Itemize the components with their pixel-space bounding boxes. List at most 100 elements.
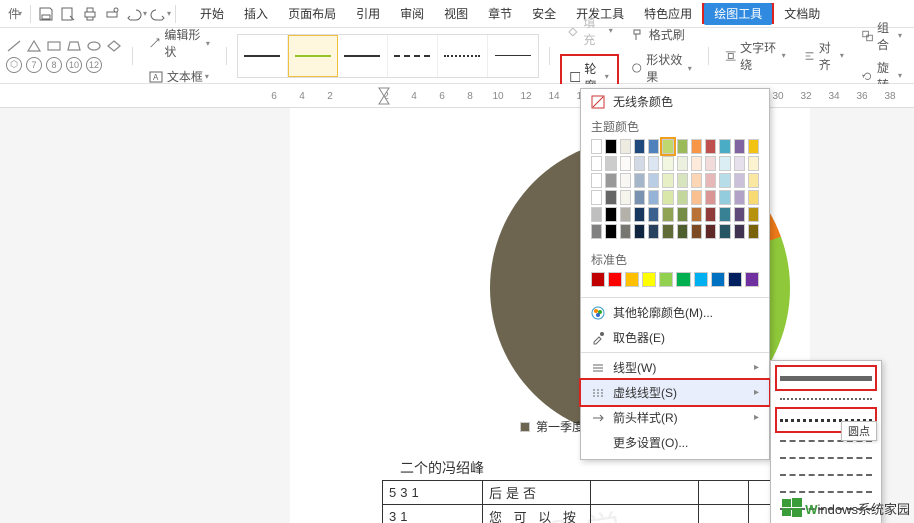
tab-doc-assist[interactable]: 文档助 xyxy=(774,1,830,26)
color-swatch[interactable] xyxy=(620,224,631,239)
tab-start[interactable]: 开始 xyxy=(190,1,234,26)
color-swatch[interactable] xyxy=(748,173,759,188)
ruler-indent-marker[interactable] xyxy=(378,84,390,108)
color-swatch[interactable] xyxy=(620,173,631,188)
color-swatch[interactable] xyxy=(677,190,688,205)
color-swatch[interactable] xyxy=(648,156,659,171)
format-painter-button[interactable]: 格式刷 xyxy=(625,24,698,45)
color-swatch[interactable] xyxy=(705,173,716,188)
color-swatch[interactable] xyxy=(734,207,745,222)
tab-references[interactable]: 引用 xyxy=(346,1,390,26)
color-swatch[interactable] xyxy=(591,207,602,222)
color-swatch[interactable] xyxy=(620,156,631,171)
color-swatch[interactable] xyxy=(591,272,605,287)
color-swatch[interactable] xyxy=(748,224,759,239)
color-swatch[interactable] xyxy=(591,190,602,205)
color-swatch[interactable] xyxy=(734,190,745,205)
tab-view[interactable]: 视图 xyxy=(434,1,478,26)
color-swatch[interactable] xyxy=(662,156,673,171)
color-swatch[interactable] xyxy=(734,224,745,239)
dash-type-item[interactable]: 虚线线型(S)▸ xyxy=(579,378,771,407)
color-swatch[interactable] xyxy=(677,224,688,239)
color-swatch[interactable] xyxy=(605,139,616,154)
color-swatch[interactable] xyxy=(677,207,688,222)
color-swatch[interactable] xyxy=(676,272,690,287)
color-swatch[interactable] xyxy=(691,224,702,239)
color-swatch[interactable] xyxy=(734,139,745,154)
shape-effect-button[interactable]: 形状效果▾ xyxy=(625,49,698,87)
color-swatch[interactable] xyxy=(659,272,673,287)
color-swatch[interactable] xyxy=(648,139,659,154)
color-swatch[interactable] xyxy=(648,190,659,205)
color-swatch[interactable] xyxy=(634,139,645,154)
color-swatch[interactable] xyxy=(648,224,659,239)
save-icon[interactable] xyxy=(35,3,57,25)
color-swatch[interactable] xyxy=(748,207,759,222)
color-swatch[interactable] xyxy=(719,190,730,205)
color-swatch[interactable] xyxy=(691,173,702,188)
color-swatch[interactable] xyxy=(705,190,716,205)
color-swatch[interactable] xyxy=(591,139,602,154)
print-preview-icon[interactable] xyxy=(57,3,79,25)
color-swatch[interactable] xyxy=(691,190,702,205)
tab-page-layout[interactable]: 页面布局 xyxy=(278,1,346,26)
color-swatch[interactable] xyxy=(705,224,716,239)
color-swatch[interactable] xyxy=(691,139,702,154)
tab-insert[interactable]: 插入 xyxy=(234,1,278,26)
color-swatch[interactable] xyxy=(719,224,730,239)
polygon-7-icon[interactable]: 7 xyxy=(26,57,42,73)
dash-solid-thick[interactable] xyxy=(777,371,875,385)
ruler[interactable]: 6422468101214161820222426283032343638 xyxy=(0,84,914,108)
color-swatch[interactable] xyxy=(634,173,645,188)
data-table[interactable]: 531 后是否 31 您 可 以 按 xyxy=(382,480,799,523)
tab-special[interactable]: 特色应用 xyxy=(634,1,702,26)
color-swatch[interactable] xyxy=(634,156,645,171)
tab-review[interactable]: 审阅 xyxy=(390,1,434,26)
color-swatch[interactable] xyxy=(591,224,602,239)
file-menu[interactable]: 件▾ xyxy=(4,3,26,25)
color-swatch[interactable] xyxy=(620,190,631,205)
more-settings-item[interactable]: 更多设置(O)... xyxy=(581,430,769,455)
color-swatch[interactable] xyxy=(648,173,659,188)
polygon-10-icon[interactable]: 10 xyxy=(66,57,82,73)
color-swatch[interactable] xyxy=(719,173,730,188)
color-swatch[interactable] xyxy=(748,156,759,171)
color-swatch[interactable] xyxy=(745,272,759,287)
color-swatch[interactable] xyxy=(719,139,730,154)
color-swatch[interactable] xyxy=(620,139,631,154)
color-swatch[interactable] xyxy=(605,156,616,171)
color-swatch[interactable] xyxy=(662,224,673,239)
color-swatch[interactable] xyxy=(748,139,759,154)
color-swatch[interactable] xyxy=(705,139,716,154)
color-swatch[interactable] xyxy=(642,272,656,287)
shapes-palette[interactable]: ⬡ 7 8 10 12 xyxy=(6,39,122,73)
color-swatch[interactable] xyxy=(694,272,708,287)
color-swatch[interactable] xyxy=(625,272,639,287)
dash-long[interactable] xyxy=(777,468,875,482)
edit-shape-button[interactable]: 编辑形状▾ xyxy=(143,24,216,62)
color-swatch[interactable] xyxy=(719,207,730,222)
color-swatch[interactable] xyxy=(591,173,602,188)
color-swatch[interactable] xyxy=(591,156,602,171)
color-swatch[interactable] xyxy=(711,272,725,287)
tab-chapter[interactable]: 章节 xyxy=(478,1,522,26)
polygon-12-icon[interactable]: 12 xyxy=(86,57,102,73)
color-swatch[interactable] xyxy=(705,207,716,222)
color-swatch[interactable] xyxy=(691,156,702,171)
no-line-item[interactable]: 无线条颜色 xyxy=(581,89,769,114)
color-swatch[interactable] xyxy=(620,207,631,222)
line-weight-item[interactable]: 线型(W)▸ xyxy=(581,355,769,380)
redo-dropdown[interactable]: ▾ xyxy=(167,9,171,18)
dash-dashdot[interactable] xyxy=(777,451,875,465)
color-swatch[interactable] xyxy=(677,139,688,154)
redo-icon[interactable] xyxy=(147,3,169,25)
color-swatch[interactable] xyxy=(634,224,645,239)
more-colors-item[interactable]: 其他轮廓颜色(M)... xyxy=(581,300,769,325)
text-wrap-button[interactable]: 文字环绕▾ xyxy=(719,37,792,75)
color-swatch[interactable] xyxy=(662,207,673,222)
color-swatch[interactable] xyxy=(691,207,702,222)
color-swatch[interactable] xyxy=(677,156,688,171)
color-swatch[interactable] xyxy=(605,207,616,222)
arrow-style-item[interactable]: 箭头样式(R)▸ xyxy=(581,405,769,430)
color-swatch[interactable] xyxy=(634,190,645,205)
